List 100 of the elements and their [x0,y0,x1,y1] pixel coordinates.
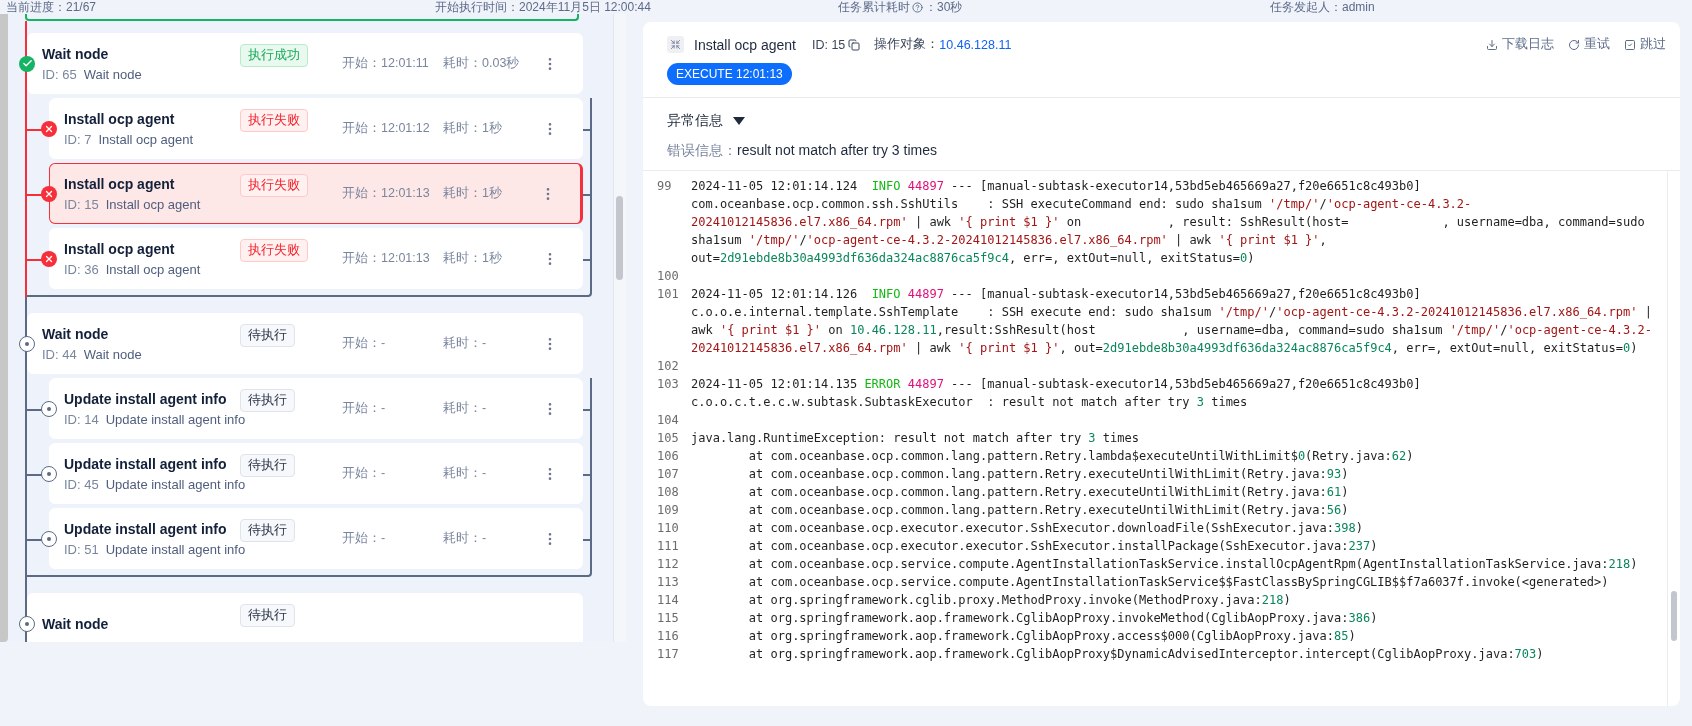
log-line: 2024-11-05 12:01:14.126 INFO 44897 --- [manual-subtask-executor14,53bd5eb465669a27,f20e6651c8c493b0] c.o.o.e.internal.template.SshTemplate : SSH execute end: sudo sha1sum '/tmp/'/'ocp-agent-ce-4.3.2-20241012145836.el7.x86_64.rpm' | awk '{ print $1 }' on 10.46.128.11,result:SshResult(host , username=dba, command=sudo sha1sum '/tmp/'/'ocp-agent-ce-4.3.2-20241012145836.el7.x86_64.rpm' | awk '{ print $1 }', out=2d91ebde8b30a4993df636da324ac8876ca5f9c4, err=, extOut=null, exitStatus=0) [691,286,1653,357]
task-title: Update install agent info [64,455,228,472]
start-time: 开始：- [342,465,387,482]
log-line: at org.springframework.aop.framework.CglibAopProxy.invokeMethod(CglibAopProxy.java:386) [747,610,1379,627]
duration: 耗时：- [443,530,488,547]
log-line: java.lang.RuntimeException: result not match after try 3 times [691,430,1140,447]
status-tag: 执行失败 [240,239,308,262]
start-time: 开始：- [342,530,387,547]
checkbox-icon [1624,38,1636,51]
task-node-card[interactable]: Wait node ID: 65 Wait node 执行成功 开始：12:01:11 耗时：0.03秒 [27,33,583,94]
status-tag: 待执行 [240,454,295,477]
log-line: at com.oceanbase.ocp.executor.executor.SshExecutor.installPackage(SshExecutor.java:237) [747,538,1379,555]
log-line: at com.oceanbase.ocp.common.lang.pattern.Retry.executeUntilWithLimit(Retry.java:61) [747,484,1350,501]
status-tag: 执行失败 [240,109,308,132]
duration: 耗时：- [443,400,488,417]
task-subtitle: Wait node [83,66,142,82]
scrollbar-thumb[interactable] [1671,591,1677,641]
task-id: ID: 7 [64,131,92,147]
task-id: ID: 51 [64,541,99,557]
page-scrollbar[interactable] [0,14,8,642]
log-line: at com.oceanbase.ocp.common.lang.pattern.Retry.lambda$executeUntilWithLimit$0(Retry.java:62) [747,448,1415,465]
task-title: Update install agent info [64,390,228,407]
task-node-card[interactable]: Install ocp agent ID: 36 Install ocp agent 执行失败 开始：12:01:13 耗时：1秒 [49,228,583,289]
task-title: Wait node [42,45,110,62]
task-subtitle: Update install agent info [105,541,246,557]
detail-title: Install ocp agent [694,36,796,53]
log-line: at org.springframework.aop.framework.CglibAopProxy.access$000(CglibAopProxy.java:85) [747,628,1357,645]
line-number: 107 [657,466,680,483]
task-subtitle: Update install agent info [105,411,246,427]
task-title: Update install agent info [64,520,228,537]
log-line: at com.oceanbase.ocp.service.compute.AgentInstallationTaskService$$FastClassBySpringCGLIB$$f7a6037f.invoke(<generated>) [747,574,1610,591]
elapsed-value: ：30秒 [925,1,963,14]
start-time: 开始：- [342,335,387,352]
scrollbar-thumb[interactable] [616,196,623,280]
status-tag: 执行成功 [240,44,308,67]
task-node-card[interactable]: Update install agent info ID: 14 Update install agent info 待执行 开始：- 耗时：- [49,378,583,439]
collapse-icon[interactable] [667,36,684,53]
start-time: 开始：12:01:13 [342,250,431,267]
line-number: 109 [657,502,680,519]
copy-icon[interactable] [848,38,861,51]
line-number: 102 [657,358,680,375]
download-action[interactable]: 下载日志 [1486,36,1554,53]
log-line: at com.oceanbase.ocp.executor.executor.SshExecutor.downloadFile(SshExecutor.java:398) [747,520,1364,537]
exception-toggle[interactable]: 异常信息 [667,112,745,130]
task-subtitle: Wait node [83,346,142,362]
duration: 耗时：- [443,465,488,482]
line-number: 115 [657,610,680,627]
line-number: 105 [657,430,680,447]
task-title: Install ocp agent [64,240,176,257]
log-line: at org.springframework.aop.framework.CglibAopProxy$DynamicAdvisedInterceptor.intercept(CglibAopProxy.java:703) [747,646,1545,663]
log-line: at com.oceanbase.ocp.common.lang.pattern.Retry.executeUntilWithLimit(Retry.java:56) [747,502,1350,519]
error-label: 错误信息： [667,142,737,160]
task-node-card[interactable]: Install ocp agent ID: 7 Install ocp agent 执行失败 开始：12:01:12 耗时：1秒 [49,98,583,159]
task-title: Install ocp agent [64,175,176,192]
error-message: result not match after try 3 times [737,142,937,160]
refresh-icon [1568,38,1580,51]
duration: 耗时：1秒 [443,250,503,267]
start-time: 开始：12:01:12 [342,120,431,137]
task-id: ID: 15 [64,196,99,212]
start-time: 开始：12:01:11 [342,55,430,72]
line-number: 114 [657,592,680,609]
stage-tag: EXECUTE 12:01:13 [667,63,792,85]
start-time: 开始：- [342,400,387,417]
line-number: 106 [657,448,680,465]
task-id: ID: 45 [64,476,99,492]
skip-action[interactable]: 跳过 [1624,36,1666,53]
line-number: 112 [657,556,680,573]
log-line: at com.oceanbase.ocp.common.lang.pattern.Retry.executeUntilWithLimit(Retry.java:93) [747,466,1350,483]
task-id: ID: 65 [42,66,77,82]
log-line: at org.springframework.cglib.proxy.MethodProxy.invoke(MethodProxy.java:218) [747,592,1292,609]
elapsed-label: 任务累计耗时 [838,1,910,14]
target-label: 操作对象： [874,36,940,53]
line-number: 116 [657,628,680,645]
task-id: ID: 44 [42,346,77,362]
line-number: 113 [657,574,680,591]
log-line: 2024-11-05 12:01:14.135 ERROR 44897 --- [manual-subtask-executor14,53bd5eb465669a27,f20e6651c8c493b0] c.o.o.c.t.e.c.w.subtask.SubtaskExecutor : result not match after try 3 times [691,376,1422,411]
line-number: 104 [657,412,680,429]
line-number: 100 [657,268,680,285]
line-number: 101 [657,286,680,303]
task-subtitle: Update install agent info [105,476,246,492]
download-icon [1486,38,1498,51]
status-tag: 待执行 [240,604,295,627]
task-node-card[interactable]: Install ocp agent ID: 15 Install ocp agent 执行失败 开始：12:01:13 耗时：1秒 [49,163,583,224]
task-node-card[interactable]: Update install agent info ID: 45 Update install agent info 待执行 开始：- 耗时：- [49,443,583,504]
retry-action[interactable]: 重试 [1568,36,1610,53]
task-subtitle: Install ocp agent [105,261,201,277]
task-node-card[interactable]: Wait node 待执行 [27,593,583,642]
line-number: 110 [657,520,680,537]
help-icon [912,2,923,13]
start-time: 开始：12:01:13 [342,185,431,202]
task-node-card[interactable]: Wait node ID: 44 Wait node 待执行 开始：- 耗时：- [27,313,583,374]
duration: 耗时：1秒 [443,120,503,137]
start-time-text: 开始执行时间：2024年11月5日 12:00:44 [435,1,652,14]
line-number: 108 [657,484,680,501]
task-node-card[interactable]: Update install agent info ID: 51 Update install agent info 待执行 开始：- 耗时：- [49,508,583,569]
task-title: Wait node [42,615,110,632]
status-tag: 执行失败 [240,174,308,197]
status-tag: 待执行 [240,389,295,412]
initiator-text: 任务发起人：admin [1270,1,1376,14]
progress-text: 当前进度：21/67 [6,1,98,14]
